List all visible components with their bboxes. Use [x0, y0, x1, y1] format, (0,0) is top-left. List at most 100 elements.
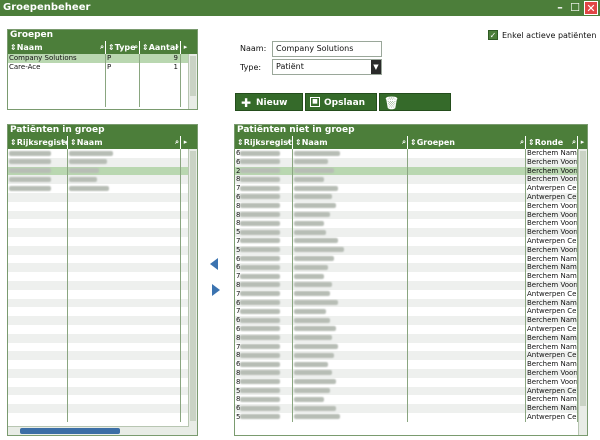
- table-row[interactable]: 8 Berchem Voorn: [235, 377, 587, 387]
- table-row[interactable]: 7 Berchem Nami: [235, 342, 587, 352]
- table-row[interactable]: 6 Berchem Nami: [235, 404, 587, 413]
- table-row[interactable]: [8, 80, 197, 90]
- chevron-down-icon[interactable]: ▼: [371, 60, 381, 74]
- table-row[interactable]: [8, 184, 197, 193]
- table-row[interactable]: [8, 166, 197, 176]
- table-row[interactable]: 5 Berchem Voorn: [235, 245, 587, 255]
- move-right-icon[interactable]: [212, 284, 220, 296]
- table-row[interactable]: [8, 298, 197, 308]
- save-button[interactable]: ■ Opslaan: [305, 93, 377, 111]
- table-row[interactable]: [8, 333, 197, 343]
- table-row[interactable]: [8, 175, 197, 185]
- table-row[interactable]: [8, 219, 197, 229]
- table-row[interactable]: [8, 386, 197, 396]
- col-naam[interactable]: ⇕Naam ⌕: [293, 136, 408, 149]
- table-row[interactable]: [8, 395, 197, 405]
- table-row[interactable]: 8 Berchem Voorn: [235, 368, 587, 378]
- table-row[interactable]: 6 Antwerpen Cer: [235, 324, 587, 334]
- table-row[interactable]: Company Solutions P 9: [8, 54, 197, 63]
- scroll-right-icon[interactable]: ▸: [578, 136, 587, 149]
- table-row[interactable]: [8, 307, 197, 317]
- table-row[interactable]: [8, 280, 197, 290]
- table-row[interactable]: 8 Berchem Nami: [235, 395, 587, 405]
- table-row[interactable]: [8, 236, 197, 246]
- table-row[interactable]: 8 Berchem Voorn: [235, 280, 587, 290]
- col-rijksregister[interactable]: ⇕Rijksregiste ⌕: [8, 136, 68, 149]
- table-row[interactable]: 8 Antwerpen Cer: [235, 351, 587, 361]
- search-icon[interactable]: ⌕: [175, 41, 179, 54]
- col-naam[interactable]: ⇕Naam ⌕: [8, 41, 106, 54]
- table-row[interactable]: 6 Berchem Nami: [235, 316, 587, 325]
- table-row[interactable]: [8, 71, 197, 81]
- col-ronde[interactable]: ⇕Ronde ⌕: [526, 136, 578, 149]
- table-row[interactable]: 7 Antwerpen Cer: [235, 289, 587, 299]
- table-row[interactable]: [8, 316, 197, 325]
- table-row[interactable]: 5 Berchem Voorn: [235, 228, 587, 237]
- table-row[interactable]: [8, 210, 197, 220]
- search-icon[interactable]: ⌕: [520, 136, 524, 149]
- move-left-icon[interactable]: [210, 258, 218, 270]
- in-group-hscrollbar[interactable]: [8, 426, 189, 435]
- table-row[interactable]: [8, 342, 197, 352]
- table-row[interactable]: 7 Antwerpen Cer: [235, 307, 587, 317]
- table-row[interactable]: [8, 245, 197, 255]
- table-row[interactable]: [8, 360, 197, 369]
- col-type[interactable]: ⇕Type ⌕: [106, 41, 140, 54]
- table-row[interactable]: 6 Berchem Nami: [235, 298, 587, 308]
- col-naam[interactable]: ⇕Naam ⌕: [68, 136, 181, 149]
- table-row[interactable]: [8, 404, 197, 413]
- table-row[interactable]: 7 Berchem Nami: [235, 272, 587, 281]
- maximize-icon[interactable]: ☐: [568, 1, 582, 15]
- table-row[interactable]: [8, 149, 197, 158]
- search-icon[interactable]: ⌕: [100, 41, 104, 54]
- table-row[interactable]: [8, 368, 197, 378]
- table-row[interactable]: 6 Antwerpen Cer: [235, 192, 587, 202]
- table-row[interactable]: [8, 97, 197, 107]
- table-row[interactable]: [8, 263, 197, 273]
- col-rijksregister[interactable]: ⇕Rijksregiste ⌕: [235, 136, 293, 149]
- table-row[interactable]: [8, 272, 197, 281]
- table-row[interactable]: 8 Berchem Voorn: [235, 210, 587, 220]
- table-row[interactable]: [8, 254, 197, 264]
- table-row[interactable]: [8, 228, 197, 237]
- table-row[interactable]: 8 Berchem Voorn: [235, 219, 587, 229]
- delete-button[interactable]: 🗑Verwijderen: [379, 93, 451, 126]
- close-icon[interactable]: ✕: [584, 1, 598, 15]
- table-row[interactable]: Care-Ace P 1: [8, 62, 197, 72]
- search-icon[interactable]: ⌕: [572, 136, 576, 149]
- in-group-scrollbar[interactable]: [188, 149, 197, 435]
- table-row[interactable]: [8, 377, 197, 387]
- new-button[interactable]: ✚ Nieuw: [235, 93, 303, 111]
- table-row[interactable]: [8, 289, 197, 299]
- table-row[interactable]: [8, 89, 197, 98]
- table-row[interactable]: 5 Antwerpen Cer: [235, 386, 587, 396]
- not-in-group-scrollbar[interactable]: [578, 149, 587, 435]
- table-row[interactable]: 8 Berchem Voorn: [235, 201, 587, 211]
- search-icon[interactable]: ⌕: [402, 136, 406, 149]
- table-row[interactable]: 5 Antwerpen Cer: [235, 412, 587, 422]
- minimize-icon[interactable]: –: [553, 1, 567, 15]
- search-icon[interactable]: ⌕: [175, 136, 179, 149]
- table-row[interactable]: [8, 351, 197, 361]
- table-row[interactable]: [8, 201, 197, 211]
- table-row[interactable]: 8 Berchem Voorn: [235, 175, 587, 185]
- groups-scrollbar[interactable]: [188, 54, 197, 109]
- table-row[interactable]: [8, 412, 197, 422]
- name-field[interactable]: Company Solutions: [272, 41, 382, 57]
- col-groepen[interactable]: ⇕Groepen ⌕: [408, 136, 526, 149]
- search-icon[interactable]: ⌕: [134, 41, 138, 54]
- table-row[interactable]: 6 Berchem Nami: [235, 149, 587, 158]
- active-checkbox[interactable]: ✓: [488, 30, 498, 40]
- col-aantal[interactable]: ⇕Aantal ⌕: [140, 41, 181, 54]
- table-row[interactable]: 6 Berchem Nami: [235, 254, 587, 264]
- table-row[interactable]: [8, 192, 197, 202]
- table-row[interactable]: 6 Berchem Nami: [235, 360, 587, 369]
- table-row[interactable]: 2 Berchem Voorn: [235, 166, 587, 176]
- type-select[interactable]: Patiënt: [272, 59, 382, 75]
- table-row[interactable]: [8, 157, 197, 167]
- scroll-right-icon[interactable]: ▸: [181, 41, 190, 54]
- table-row[interactable]: 8 Berchem Nami: [235, 333, 587, 343]
- table-row[interactable]: 6 Berchem Nami: [235, 263, 587, 273]
- table-row[interactable]: 7 Antwerpen Cer: [235, 184, 587, 193]
- table-row[interactable]: [8, 324, 197, 334]
